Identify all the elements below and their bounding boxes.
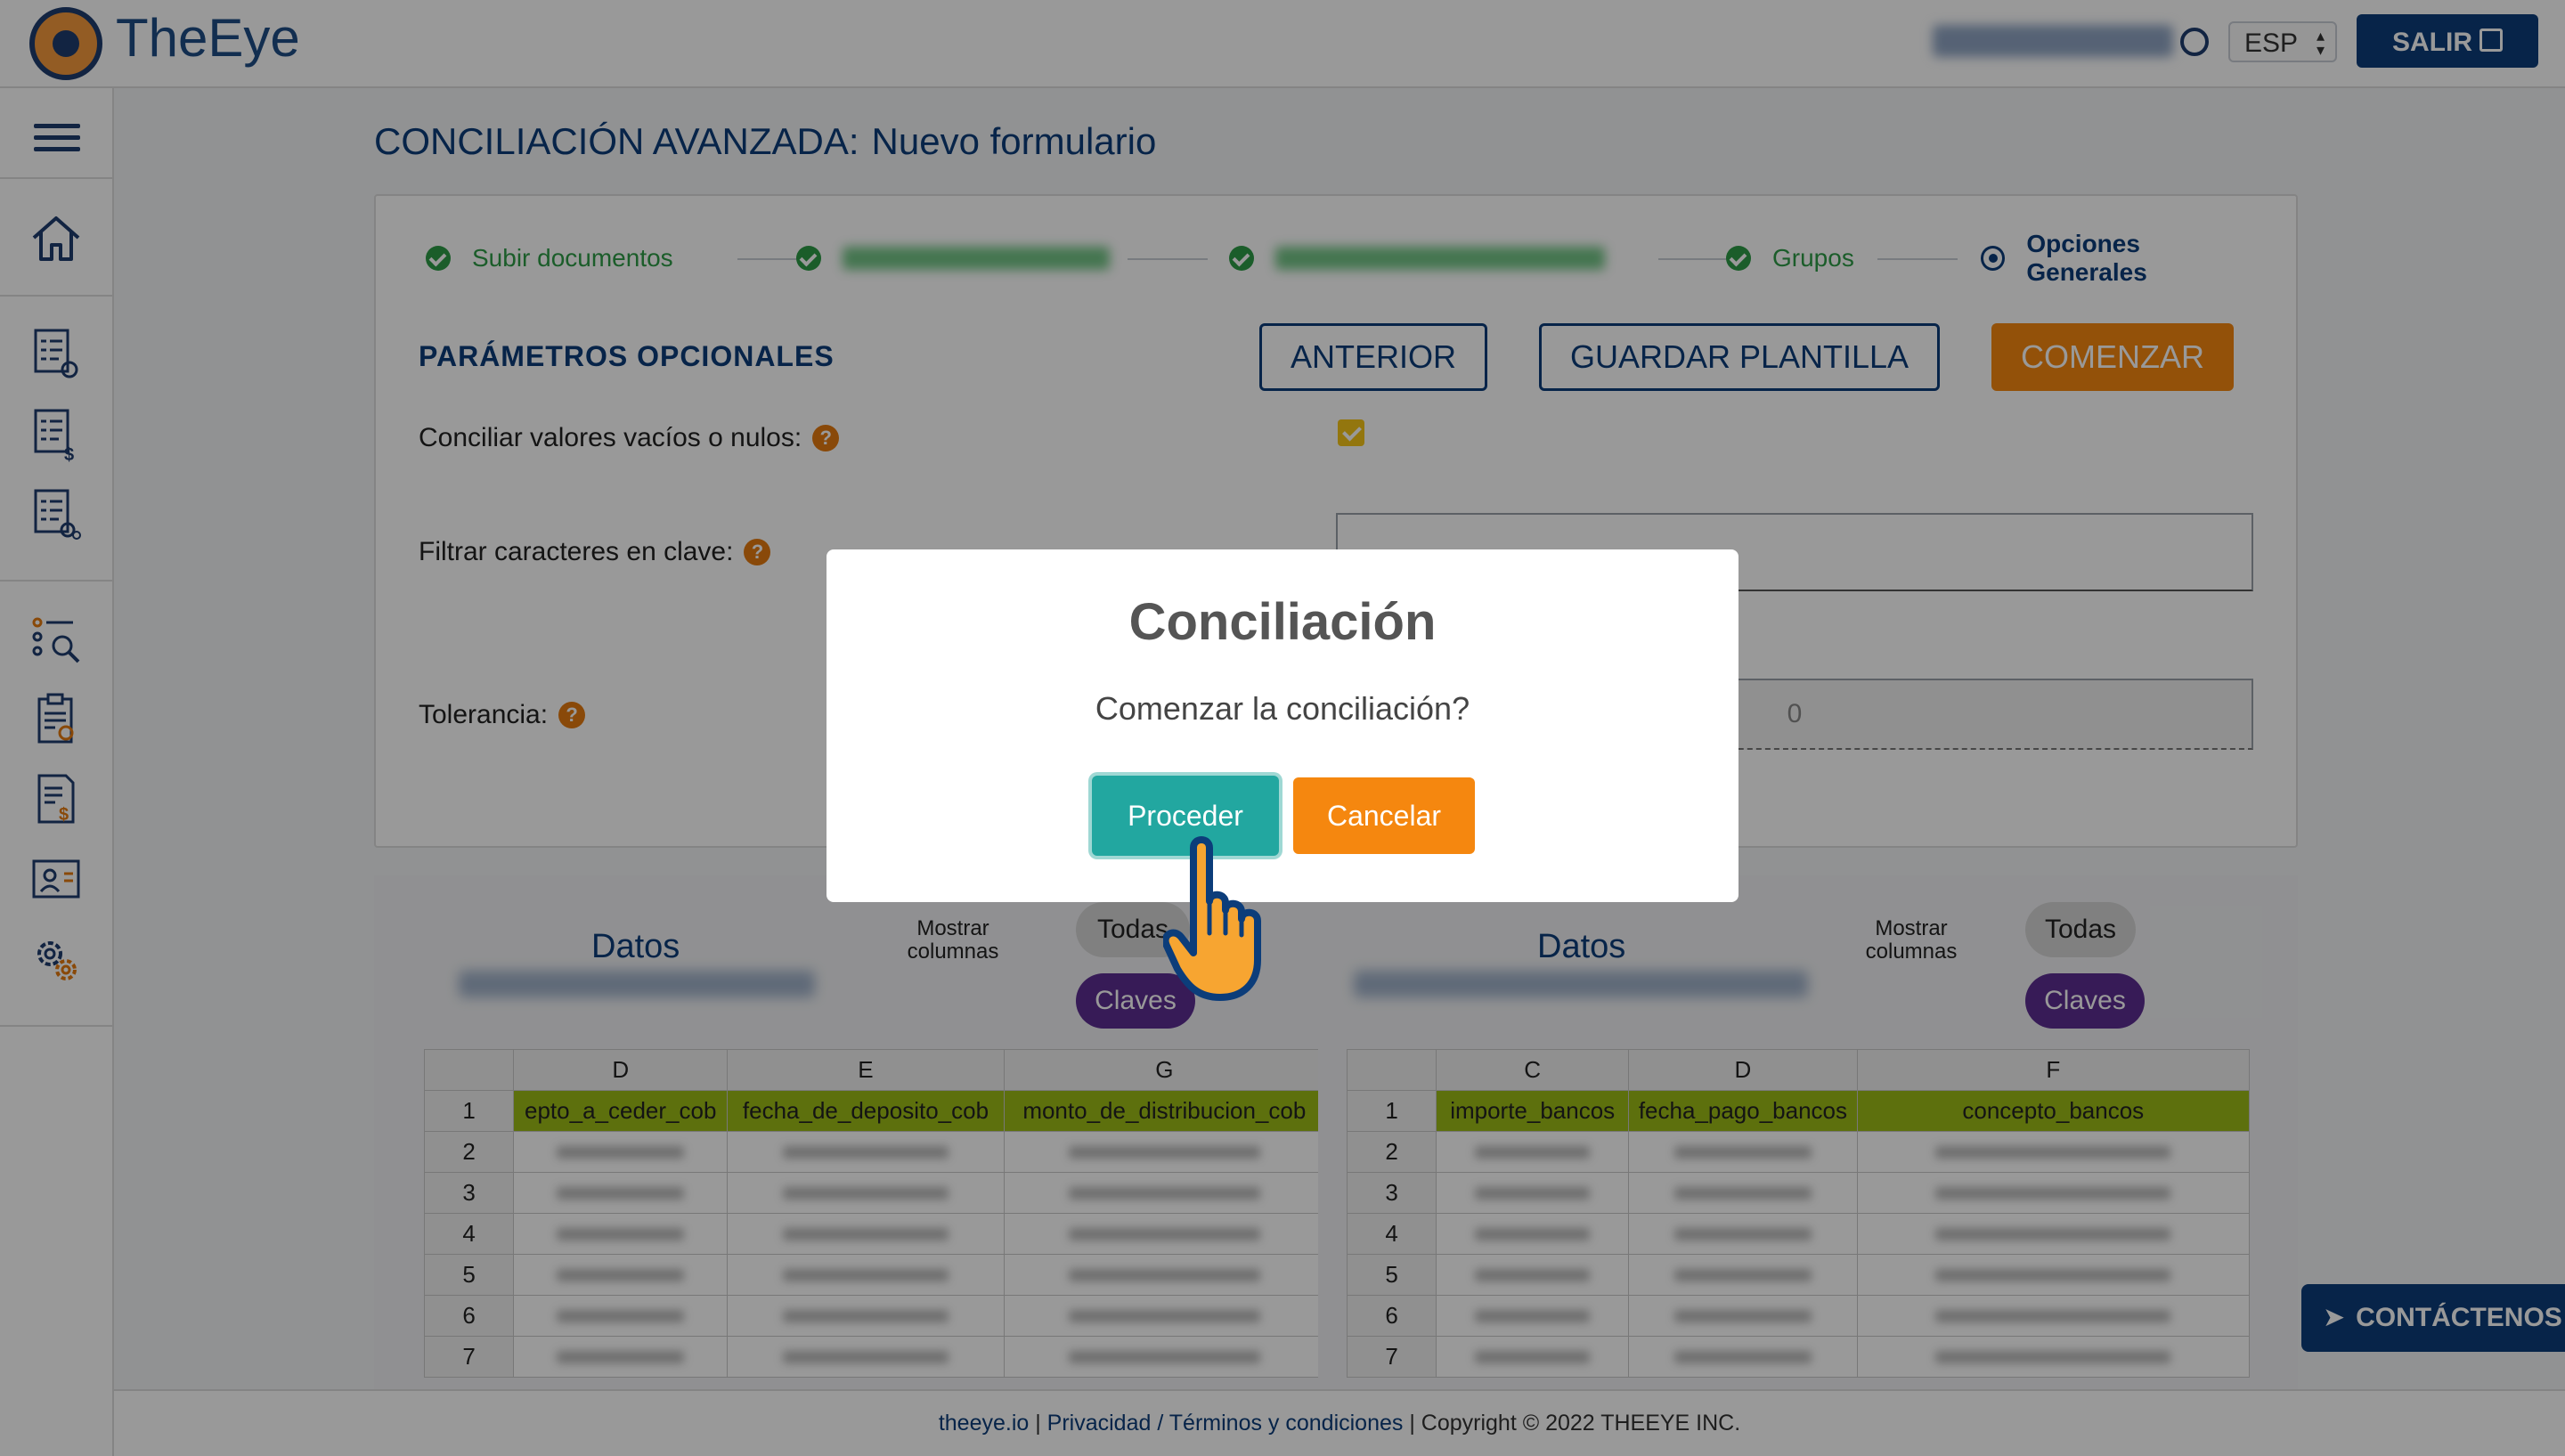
- cancel-button[interactable]: Cancelar: [1293, 777, 1475, 854]
- dialog-title: Conciliación: [1128, 593, 1437, 651]
- hand-pointer-icon: [1163, 836, 1261, 1001]
- confirm-dialog: Conciliación Comenzar la conciliación? P…: [826, 549, 1738, 902]
- dialog-message: Comenzar la conciliación?: [1095, 690, 1470, 727]
